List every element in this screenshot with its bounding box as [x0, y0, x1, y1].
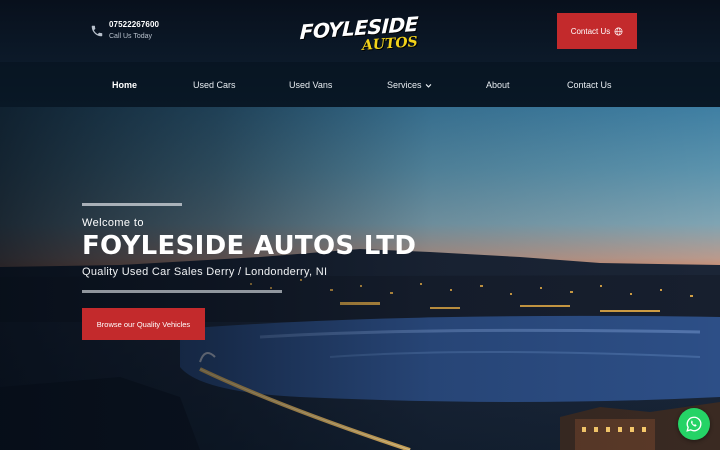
nav-item-label: Used Vans	[289, 79, 333, 90]
nav-item-label: Home	[112, 79, 138, 90]
nav-item-contact-us[interactable]: Contact Us	[567, 62, 612, 107]
nav-item-about[interactable]: About	[486, 62, 510, 107]
nav-item-label: Contact Us	[567, 79, 612, 90]
browse-vehicles-button[interactable]: Browse our Quality Vehicles	[82, 308, 205, 340]
chevron-down-icon	[425, 83, 431, 88]
site-logo[interactable]: FOYLESIDE AUTOS	[296, 12, 426, 54]
browse-vehicles-button-label: Browse our Quality Vehicles	[96, 319, 191, 329]
phone-number[interactable]: 07522267600	[109, 20, 159, 29]
nav-item-used-vans[interactable]: Used Vans	[289, 62, 332, 107]
contact-us-button-label: Contact Us	[570, 26, 611, 36]
hero-divider-top	[82, 203, 182, 206]
phone-caption: Call Us Today	[109, 33, 153, 40]
site-header: 07522267600 Call Us Today FOYLESIDE AUTO…	[0, 0, 720, 107]
nav-item-used-cars[interactable]: Used Cars	[193, 62, 236, 107]
nav-item-label: Services	[387, 79, 422, 90]
nav-item-label: Used Cars	[193, 79, 236, 90]
nav-item-home[interactable]: Home	[112, 62, 137, 107]
nav-item-services[interactable]: Services	[387, 62, 432, 107]
phone-contact[interactable]: 07522267600 Call Us Today	[90, 20, 159, 40]
hero-banner: Welcome to FOYLESIDE AUTOS LTD Quality U…	[0, 107, 720, 450]
hero-welcome-text: Welcome to	[82, 217, 144, 229]
contact-us-button[interactable]: Contact Us	[557, 13, 637, 49]
main-navigation: Home Used Cars Used Vans Services About …	[0, 62, 720, 107]
hero-dark-overlay	[0, 107, 720, 450]
globe-icon	[614, 27, 623, 35]
whatsapp-icon	[686, 416, 702, 432]
hero-divider-bottom	[82, 290, 282, 293]
hero-title: FOYLESIDE AUTOS LTD	[82, 231, 417, 261]
whatsapp-chat-button[interactable]	[678, 408, 710, 440]
phone-icon	[91, 25, 103, 37]
nav-item-label: About	[486, 79, 510, 90]
hero-subtitle: Quality Used Car Sales Derry / Londonder…	[82, 266, 328, 278]
logo-text-secondary: AUTOS	[361, 34, 419, 54]
